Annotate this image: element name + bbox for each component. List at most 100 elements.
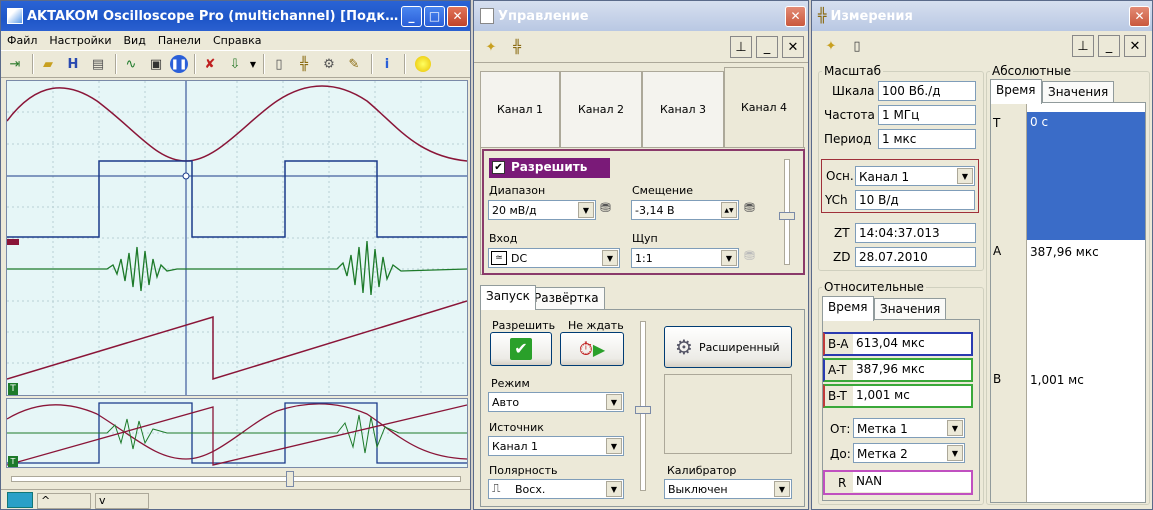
chevron-down-icon[interactable]: ▼	[578, 202, 594, 218]
cursor-crosspoint-icon[interactable]	[182, 172, 190, 180]
close-panel-icon[interactable]: ✕	[1124, 35, 1146, 57]
frequency-field[interactable]: 1 МГц	[878, 105, 976, 125]
minimize-button[interactable]: _	[401, 5, 422, 27]
to-marker-select[interactable]: Метка 2 ▼	[853, 443, 965, 463]
probe-select[interactable]: 1:1 ▼	[631, 248, 739, 268]
trigger-polarity-select[interactable]: ⎍ Восх. ▼	[488, 479, 624, 499]
panel-info-icon[interactable]: ▯	[846, 35, 868, 57]
trigger-source-select[interactable]: Канал 1 ▼	[488, 436, 624, 456]
zd-field[interactable]: 28.07.2010	[855, 247, 976, 267]
scale-field[interactable]: 100 Вб./д	[878, 81, 976, 101]
tab-channel-1[interactable]: Канал 1	[480, 71, 560, 147]
offset-lock-icon[interactable]: ⛃	[744, 201, 755, 216]
measurement-titlebar[interactable]: ╬ Измерения ✕	[812, 1, 1152, 31]
tab-sweep[interactable]: Развёртка	[528, 287, 605, 310]
tools-icon[interactable]: ✎	[343, 53, 365, 75]
exit-icon[interactable]: ⇥	[4, 53, 26, 75]
tab-absolute-values[interactable]: Значения	[1042, 81, 1115, 104]
offset-spinner[interactable]: -3,14 В ▲▼	[631, 200, 739, 220]
ych-field[interactable]: 10 В/д	[855, 190, 975, 210]
axis-channel-select[interactable]: Канал 1 ▼	[855, 166, 975, 186]
range-select[interactable]: 20 мВ/д ▼	[488, 200, 596, 220]
menu-settings[interactable]: Настройки	[49, 34, 111, 47]
chevron-down-icon[interactable]: ▼	[606, 438, 622, 454]
range-lock-icon[interactable]: ⛃	[600, 201, 611, 216]
screen-mode-icon[interactable]: ▣	[145, 53, 167, 75]
open-folder-icon[interactable]: ▰	[37, 53, 59, 75]
control-panel-icon[interactable]: ▯	[268, 53, 290, 75]
trigger-level-slider[interactable]	[635, 321, 651, 491]
favorite-icon[interactable]: ✦	[480, 36, 502, 58]
chevron-down-icon[interactable]: ▼	[602, 250, 618, 266]
chevron-down-icon[interactable]: ▼	[721, 250, 737, 266]
from-marker-select[interactable]: Метка 1 ▼	[853, 418, 965, 438]
trigger-enable-button[interactable]: ✔	[490, 332, 552, 366]
abs-a-field[interactable]: 387,96 мкс	[1027, 242, 1145, 262]
tab-channel-4[interactable]: Канал 4	[724, 67, 804, 147]
enable-channel-bar[interactable]: ✔ Разрешить	[489, 158, 610, 178]
advanced-trigger-button[interactable]: ⚙ Расширенный	[664, 326, 792, 368]
abs-t-field[interactable]: 0 с	[1027, 112, 1145, 240]
calibrator-select[interactable]: Выключен ▼	[664, 479, 792, 499]
enable-channel-checkbox[interactable]: ✔	[492, 161, 505, 174]
chevron-down-icon[interactable]: ▼	[947, 445, 963, 461]
cursor-settings-icon[interactable]: ╬	[506, 36, 528, 58]
export-icon[interactable]: ⇩	[224, 53, 246, 75]
minimize-panel-icon[interactable]: _	[756, 36, 778, 58]
dropdown-arrow-icon[interactable]: ▼	[249, 53, 257, 75]
menu-panels[interactable]: Панели	[158, 34, 201, 47]
rel-a-t-field[interactable]: 387,96 мкс	[853, 360, 971, 380]
r-field[interactable]: NAN	[853, 472, 971, 492]
menu-help[interactable]: Справка	[213, 34, 261, 47]
measure-cursor-icon[interactable]: ╬	[293, 53, 315, 75]
print-icon[interactable]: ▤	[87, 53, 109, 75]
no-wait-button[interactable]: ⏱ ▶	[560, 332, 624, 366]
time-position-slider-thumb[interactable]	[286, 471, 294, 487]
tab-channel-3[interactable]: Канал 3	[642, 71, 724, 147]
overview-waveform-plot[interactable]: T	[6, 398, 468, 468]
tab-trigger[interactable]: Запуск	[480, 285, 536, 310]
waveform-display-icon[interactable]: ∿	[120, 53, 142, 75]
measurement-close-button[interactable]: ✕	[1129, 5, 1150, 27]
analyzer-icon[interactable]: ⚙	[318, 53, 340, 75]
trigger-mode-select[interactable]: Авто ▼	[488, 392, 624, 412]
pin-icon[interactable]: ⊥	[730, 36, 752, 58]
spinner-arrows-icon[interactable]: ▲▼	[721, 202, 737, 218]
control-close-button[interactable]: ✕	[785, 5, 806, 27]
close-button[interactable]: ✕	[447, 5, 468, 27]
zt-field[interactable]: 14:04:37.013	[855, 223, 976, 243]
tab-relative-time[interactable]: Время	[822, 296, 874, 321]
channel-offset-slider-thumb[interactable]	[779, 212, 795, 220]
chevron-down-icon[interactable]: ▼	[606, 394, 622, 410]
period-field[interactable]: 1 мкс	[878, 129, 976, 149]
rel-b-a-field[interactable]: 613,04 мкс	[853, 334, 971, 354]
main-waveform-plot[interactable]: T	[6, 80, 468, 396]
clear-icon[interactable]: ✘	[199, 53, 221, 75]
chevron-down-icon[interactable]: ▼	[774, 481, 790, 497]
tab-relative-values[interactable]: Значения	[874, 298, 947, 321]
channel-marker-left[interactable]	[7, 239, 19, 245]
menu-file[interactable]: Файл	[7, 34, 37, 47]
pin-icon[interactable]: ⊥	[1072, 35, 1094, 57]
trigger-level-slider-thumb[interactable]	[635, 406, 651, 414]
favorite-icon[interactable]: ✦	[820, 35, 842, 57]
close-panel-icon[interactable]: ✕	[782, 36, 804, 58]
trigger-marker-T[interactable]: T	[8, 383, 18, 395]
maximize-button[interactable]: □	[424, 5, 445, 27]
channel-offset-slider[interactable]	[779, 159, 795, 265]
pause-icon[interactable]: ❚❚	[170, 55, 188, 73]
time-position-slider[interactable]	[11, 471, 461, 487]
chevron-down-icon[interactable]: ▼	[947, 420, 963, 436]
abs-b-field[interactable]: 1,001 мс	[1027, 370, 1145, 390]
chevron-down-icon[interactable]: ▼	[957, 168, 973, 184]
save-icon[interactable]: H	[62, 53, 84, 75]
menu-view[interactable]: Вид	[124, 34, 146, 47]
control-titlebar[interactable]: Управление ✕	[474, 1, 808, 31]
minimize-panel-icon[interactable]: _	[1098, 35, 1120, 57]
rel-b-t-field[interactable]: 1,001 мс	[853, 386, 971, 406]
scope-titlebar[interactable]: AKTAKOM Oscilloscope Pro (multichannel) …	[1, 1, 470, 31]
tab-channel-2[interactable]: Канал 2	[560, 71, 642, 147]
info-icon[interactable]: i	[376, 53, 398, 75]
chevron-down-icon[interactable]: ▼	[606, 481, 622, 497]
tab-absolute-time[interactable]: Время	[990, 79, 1042, 104]
